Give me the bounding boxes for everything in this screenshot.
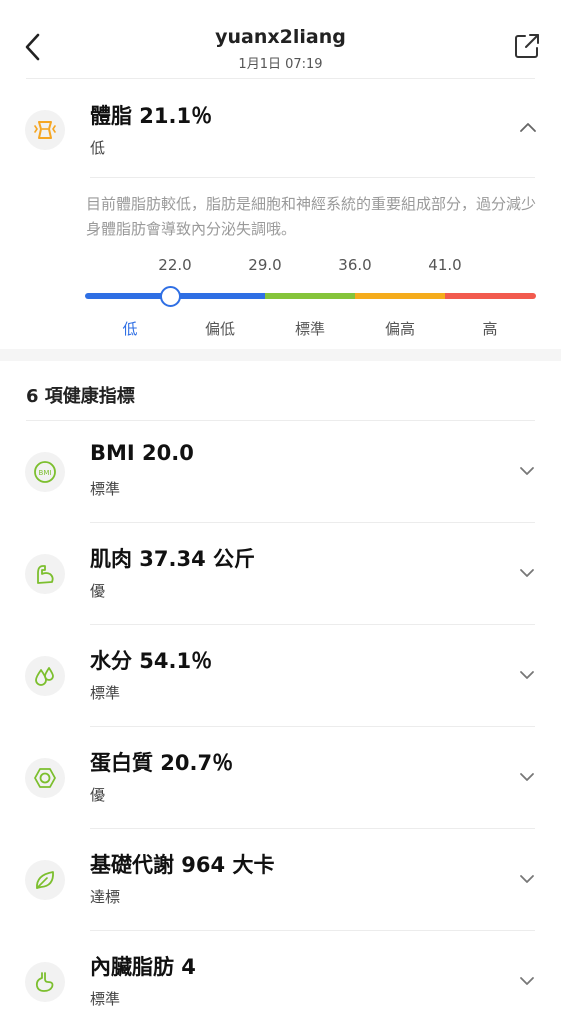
metric-status: 標準 bbox=[90, 990, 121, 1008]
threshold-values: 22.0 29.0 36.0 41.0 bbox=[0, 256, 561, 278]
scale-segment-standard bbox=[265, 293, 355, 299]
organ-icon bbox=[25, 962, 65, 1002]
chevron-down-icon[interactable] bbox=[519, 874, 535, 884]
measure-time: 1月1日 07:19 bbox=[238, 57, 323, 72]
metric-status: 達標 bbox=[90, 888, 121, 906]
metric-status: 標準 bbox=[90, 684, 121, 702]
metric-row-protein[interactable]: 蛋白質 20.7％ 優 bbox=[0, 727, 561, 829]
header-bar: yuanx2liang 1月1日 07:19 bbox=[0, 0, 561, 78]
metric-row-visceral-fat[interactable]: 內臟脂肪 4 標準 bbox=[0, 931, 561, 1024]
level-label-standard: 標準 bbox=[294, 320, 326, 338]
body-fat-status: 低 bbox=[90, 139, 106, 157]
body-fat-card: 體脂 21.1％ 低 目前體脂肪較低，脂肪是細胞和神經系統的重要組成部分，過分減… bbox=[0, 79, 561, 349]
user-name: yuanx2liang bbox=[215, 26, 346, 48]
body-fat-icon bbox=[25, 110, 65, 150]
threshold-value: 22.0 bbox=[158, 256, 192, 274]
metrics-heading: 6 項健康指標 bbox=[26, 386, 135, 407]
scale-level-labels: 低 偏低 標準 偏高 高 bbox=[0, 318, 561, 340]
section-separator bbox=[0, 349, 561, 361]
threshold-value: 41.0 bbox=[428, 256, 462, 274]
level-label-high: 高 bbox=[482, 320, 498, 338]
chevron-up-icon[interactable] bbox=[519, 121, 537, 133]
leaf-icon bbox=[25, 860, 65, 900]
metric-title: 肌肉 37.34 公斤 bbox=[90, 547, 256, 571]
metric-status: 優 bbox=[90, 786, 106, 804]
card-divider bbox=[90, 177, 535, 178]
metric-row-bmi[interactable]: BMI BMI 20.0 標準 bbox=[0, 421, 561, 523]
metric-title: 蛋白質 20.7％ bbox=[90, 751, 234, 775]
metric-title: 內臟脂肪 4 bbox=[90, 955, 196, 979]
svg-text:BMI: BMI bbox=[39, 469, 52, 477]
metric-status: 標準 bbox=[90, 480, 121, 498]
chevron-down-icon[interactable] bbox=[519, 670, 535, 680]
threshold-value: 36.0 bbox=[338, 256, 372, 274]
bmi-icon: BMI bbox=[25, 452, 65, 492]
metric-row-bmr[interactable]: 基礎代謝 964 大卡 達標 bbox=[0, 829, 561, 931]
chevron-down-icon[interactable] bbox=[519, 772, 535, 782]
protein-icon bbox=[25, 758, 65, 798]
scale-indicator-knob bbox=[160, 286, 181, 307]
metric-title: 水分 54.1％ bbox=[90, 649, 213, 673]
level-label-low: 低 bbox=[122, 320, 138, 338]
metric-row-muscle[interactable]: 肌肉 37.34 公斤 優 bbox=[0, 523, 561, 625]
water-drop-icon bbox=[25, 656, 65, 696]
chevron-down-icon[interactable] bbox=[519, 568, 535, 578]
level-label-above: 偏高 bbox=[384, 320, 416, 338]
metric-status: 優 bbox=[90, 582, 106, 600]
scale-segment-high-mid bbox=[355, 293, 445, 299]
metric-title: BMI 20.0 bbox=[90, 441, 194, 465]
metric-row-water[interactable]: 水分 54.1％ 標準 bbox=[0, 625, 561, 727]
metric-title: 基礎代謝 964 大卡 bbox=[90, 853, 275, 877]
level-label-below: 偏低 bbox=[204, 320, 236, 338]
body-fat-scale-bar bbox=[85, 293, 536, 299]
body-fat-value: 體脂 21.1％ bbox=[90, 104, 213, 128]
body-fat-description: 目前體脂肪較低，脂肪是細胞和神經系統的重要組成部分，過分減少身體脂肪會導致內分泌… bbox=[86, 195, 537, 238]
threshold-value: 29.0 bbox=[248, 256, 282, 274]
chevron-down-icon[interactable] bbox=[519, 976, 535, 986]
chevron-down-icon[interactable] bbox=[519, 466, 535, 476]
share-icon[interactable] bbox=[513, 32, 541, 60]
muscle-icon bbox=[25, 554, 65, 594]
scale-segment-high bbox=[445, 293, 536, 299]
